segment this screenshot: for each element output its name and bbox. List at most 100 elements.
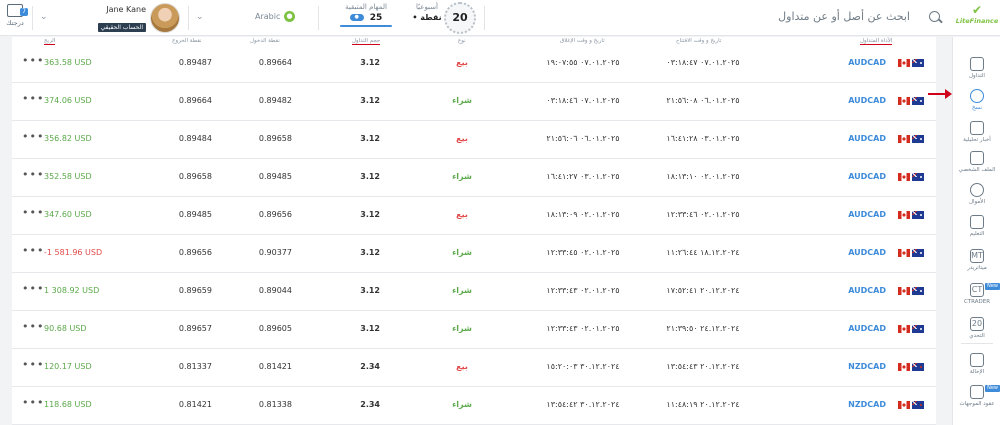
row-instrument[interactable]: AUDCAD (820, 210, 886, 219)
row-instrument[interactable]: AUDCAD (820, 96, 886, 105)
row-actions-icon[interactable]: ••• (22, 396, 44, 409)
table-row[interactable]: ••• 374.06 USD 0.89664 0.89482 3.12 شراء ٠٧.٠١… (12, 83, 936, 121)
notifications-button[interactable]: 7 درجتك (4, 4, 28, 27)
sidebar-divider (961, 343, 993, 344)
row-type: شراء (452, 172, 472, 181)
australia-flag-icon (912, 287, 924, 295)
row-actions-icon[interactable]: ••• (22, 168, 44, 181)
canada-flag-icon (898, 325, 910, 333)
canada-flag-icon (898, 211, 910, 219)
row-open-price: 0.89044 (258, 286, 292, 295)
instrument-flags (898, 173, 926, 182)
table-row[interactable]: ••• 352.58 USD 0.89658 0.89485 3.12 شراء ٠٣.٠١… (12, 159, 936, 197)
logo-text: LiteFinance (955, 17, 999, 25)
row-actions-icon[interactable]: ••• (22, 54, 44, 67)
avatar[interactable] (150, 3, 180, 33)
sidebar-item-contracts[interactable]: عقود الموجهات New (953, 385, 1000, 408)
row-type: شراء (452, 286, 472, 295)
table-row[interactable]: ••• 90.68 USD 0.89657 0.89605 3.12 شراء ٠٢.٠١.… (12, 311, 936, 349)
row-instrument[interactable]: NZDCAD (820, 400, 886, 409)
row-instrument[interactable]: AUDCAD (820, 58, 886, 67)
sidebar-item-trading[interactable]: التداول (953, 57, 1000, 80)
sidebar-item-label: الأموال (969, 199, 985, 205)
row-instrument[interactable]: NZDCAD (820, 362, 886, 371)
row-instrument[interactable]: AUDCAD (820, 248, 886, 257)
sidebar-nav: التداول نسخ أخبار تحليلية الملف الشخصي الأمو… (952, 37, 1000, 425)
account-menu-chevron-icon[interactable]: ⌄ (40, 12, 48, 22)
table-row[interactable]: ••• 347.60 USD 0.89485 0.89656 3.12 بيع ٠٢.٠١.… (12, 197, 936, 235)
money-icon (970, 183, 984, 197)
search-icon[interactable] (929, 11, 940, 22)
header-close-time[interactable]: تاريخ و وقت الإغلاق (560, 38, 605, 44)
table-header: الربح نقطة الخروج نقطة الدخول حجم التداو… (12, 37, 936, 45)
header-profit[interactable]: الربح (44, 38, 56, 45)
sidebar-item-news[interactable]: أخبار تحليلية (953, 121, 1000, 144)
row-open-time: ٢٠.١٢.٢٠٢٤ ١٧:٥٢:٤١ (666, 286, 740, 295)
search-input[interactable]: ابحث عن أصل أو عن متداول (720, 10, 910, 23)
row-open-price: 0.90377 (258, 248, 292, 257)
row-profit: 363.58 USD (44, 58, 92, 67)
row-actions-icon[interactable]: ••• (22, 130, 44, 143)
instrument-flags (898, 97, 926, 106)
header-type[interactable]: نوع (458, 38, 466, 44)
sidebar-item-label: ميتاتريدر (967, 265, 987, 271)
row-actions-icon[interactable]: ••• (22, 320, 44, 333)
language-chevron-icon[interactable]: ⌄ (196, 12, 204, 22)
row-open-price: 0.89605 (258, 324, 292, 333)
header-instrument[interactable]: الأداة المتداول (860, 38, 893, 45)
row-close-price: 0.89484 (178, 134, 212, 143)
user-info[interactable]: Jane Kane الحساب الحقيقي (90, 5, 146, 33)
table-row[interactable]: ••• 120.17 USD 0.81337 0.81421 2.34 بيع ٣٠.١٢.… (12, 349, 936, 387)
australia-flag-icon (912, 97, 924, 105)
header-volume[interactable]: حجم التداول (352, 38, 381, 45)
sidebar-item-education[interactable]: التعليم (953, 215, 1000, 238)
row-actions-icon[interactable]: ••• (22, 206, 44, 219)
sidebar-item-ctrader[interactable]: CT CTRADER New (953, 283, 1000, 306)
remaining-tasks[interactable]: المهام المتبقية ● 25 (334, 3, 398, 27)
row-close-price: 0.89485 (178, 210, 212, 219)
table-row[interactable]: ••• 118.68 USD 0.81421 0.81338 2.34 شراء ٣٠.١٢… (12, 387, 936, 425)
row-open-time: ٠٣.٠١.٢٠٢٥ ١٦:٤١:٢٨ (666, 134, 740, 143)
row-actions-icon[interactable]: ••• (22, 358, 44, 371)
row-open-price: 0.89485 (258, 172, 292, 181)
sidebar-item-label: الإحالة (969, 369, 985, 375)
sidebar-item-profile[interactable]: الملف الشخصي (953, 151, 1000, 174)
row-instrument[interactable]: AUDCAD (820, 324, 886, 333)
weekly-points[interactable]: أسبوعيًا • نقطة (410, 3, 444, 22)
canada-flag-icon (898, 59, 910, 67)
challenge-badge[interactable]: 20 (444, 2, 476, 34)
row-volume: 2.34 (360, 362, 380, 371)
row-actions-icon[interactable]: ••• (22, 282, 44, 295)
instrument-flags (898, 363, 926, 372)
sidebar-item-challenge[interactable]: 20 التحدي (953, 317, 1000, 340)
table-row[interactable]: ••• 363.58 USD 0.89487 0.89664 3.12 بيع ٠٧.٠١.… (12, 45, 936, 83)
table-row[interactable]: ••• 1 308.92 USD 0.89659 0.89044 3.12 شراء ٠٢.… (12, 273, 936, 311)
sidebar-item-copy[interactable]: نسخ (953, 89, 1000, 112)
row-open-time: ٠٦.٠١.٢٠٢٥ ٢١:٥٦:٠٨ (666, 96, 740, 105)
row-actions-icon[interactable]: ••• (22, 244, 44, 257)
header-close-price[interactable]: نقطة الخروج (172, 38, 202, 44)
row-volume: 3.12 (360, 96, 380, 105)
logo[interactable]: ✔ LiteFinance (955, 4, 999, 26)
row-instrument[interactable]: AUDCAD (820, 134, 886, 143)
table-row[interactable]: ••• 356.82 USD 0.89484 0.89658 3.12 بيع ٠٦.٠١.… (12, 121, 936, 159)
header-open-time[interactable]: تاريخ و وقت الافتتاح (676, 38, 721, 44)
sidebar-item-referral[interactable]: الإحالة (953, 353, 1000, 376)
row-instrument[interactable]: AUDCAD (820, 172, 886, 181)
row-type: شراء (452, 248, 472, 257)
table-row[interactable]: ••• -1 581.96 USD 0.89656 0.90377 3.12 شراء ٠٢… (12, 235, 936, 273)
sidebar-item-money[interactable]: الأموال (953, 183, 1000, 206)
row-volume: 3.12 (360, 248, 380, 257)
row-close-time: ٠٧.٠١.٢٠٢٥ ١٩:٠٧:٥٥ (546, 58, 620, 67)
row-instrument[interactable]: AUDCAD (820, 286, 886, 295)
language-selector[interactable]: Arabic (255, 12, 280, 21)
instrument-flags (898, 211, 926, 220)
sidebar-item-metatrader[interactable]: MT ميتاتريدر (953, 249, 1000, 272)
row-close-time: ٠٢.٠١.٢٠٢٥ ١٢:٣٣:٤٣ (546, 324, 620, 333)
header-open-price[interactable]: نقطة الدخول (250, 38, 280, 44)
weekly-value: • نقطة (412, 13, 442, 22)
row-actions-icon[interactable]: ••• (22, 92, 44, 105)
row-close-price: 0.89659 (178, 286, 212, 295)
row-volume: 3.12 (360, 134, 380, 143)
chat-icon: 7 (7, 4, 28, 17)
